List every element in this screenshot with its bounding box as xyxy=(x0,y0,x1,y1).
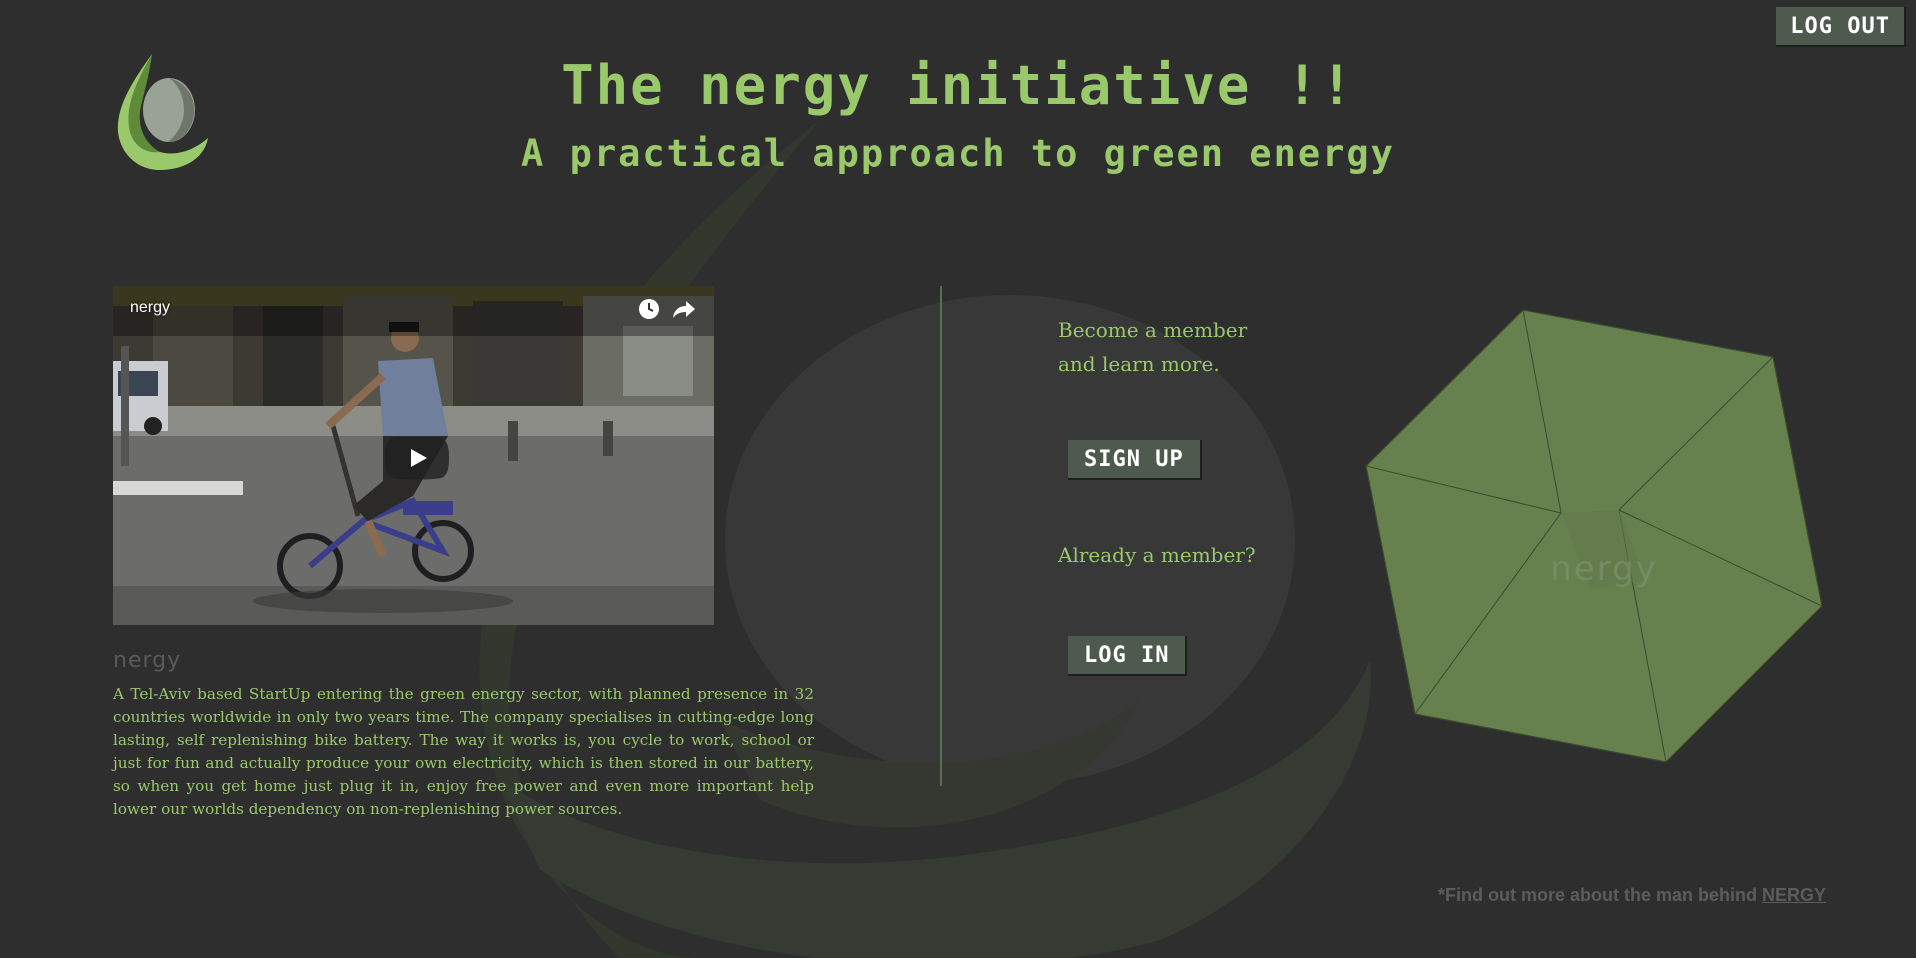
section-divider xyxy=(940,286,942,786)
company-description: A Tel-Aviv based StartUp entering the gr… xyxy=(113,685,814,818)
video-player[interactable]: nergy xyxy=(113,286,714,625)
clock-icon[interactable] xyxy=(638,298,660,320)
page-title: The nergy initiative !! xyxy=(561,54,1355,117)
signup-button[interactable]: SIGN UP xyxy=(1068,440,1202,480)
footer-note: *Find out more about the man behind NERG… xyxy=(1438,885,1826,906)
brand-wordmark: nergy xyxy=(113,648,182,673)
logout-button[interactable]: LOG OUT xyxy=(1776,7,1906,47)
page-subtitle: A practical approach to green energy xyxy=(521,132,1395,175)
become-member-line2: and learn more. xyxy=(1058,352,1220,376)
video-title[interactable]: nergy xyxy=(130,299,170,317)
cube-brand: nergy xyxy=(1550,549,1658,589)
footer-prefix: *Find out more about the man behind xyxy=(1437,885,1762,905)
become-member-text: Become a member and learn more. xyxy=(1058,313,1247,381)
play-icon[interactable] xyxy=(383,434,451,482)
rotating-cube: nergy xyxy=(1365,309,1823,763)
page: LOG OUT The nergy initiative !! A practi… xyxy=(0,0,1916,958)
share-icon[interactable] xyxy=(672,298,696,320)
already-member-text: Already a member? xyxy=(1058,543,1256,567)
become-member-line1: Become a member xyxy=(1058,318,1248,342)
login-button[interactable]: LOG IN xyxy=(1068,636,1188,676)
nergy-link[interactable]: NERGY xyxy=(1762,885,1826,905)
